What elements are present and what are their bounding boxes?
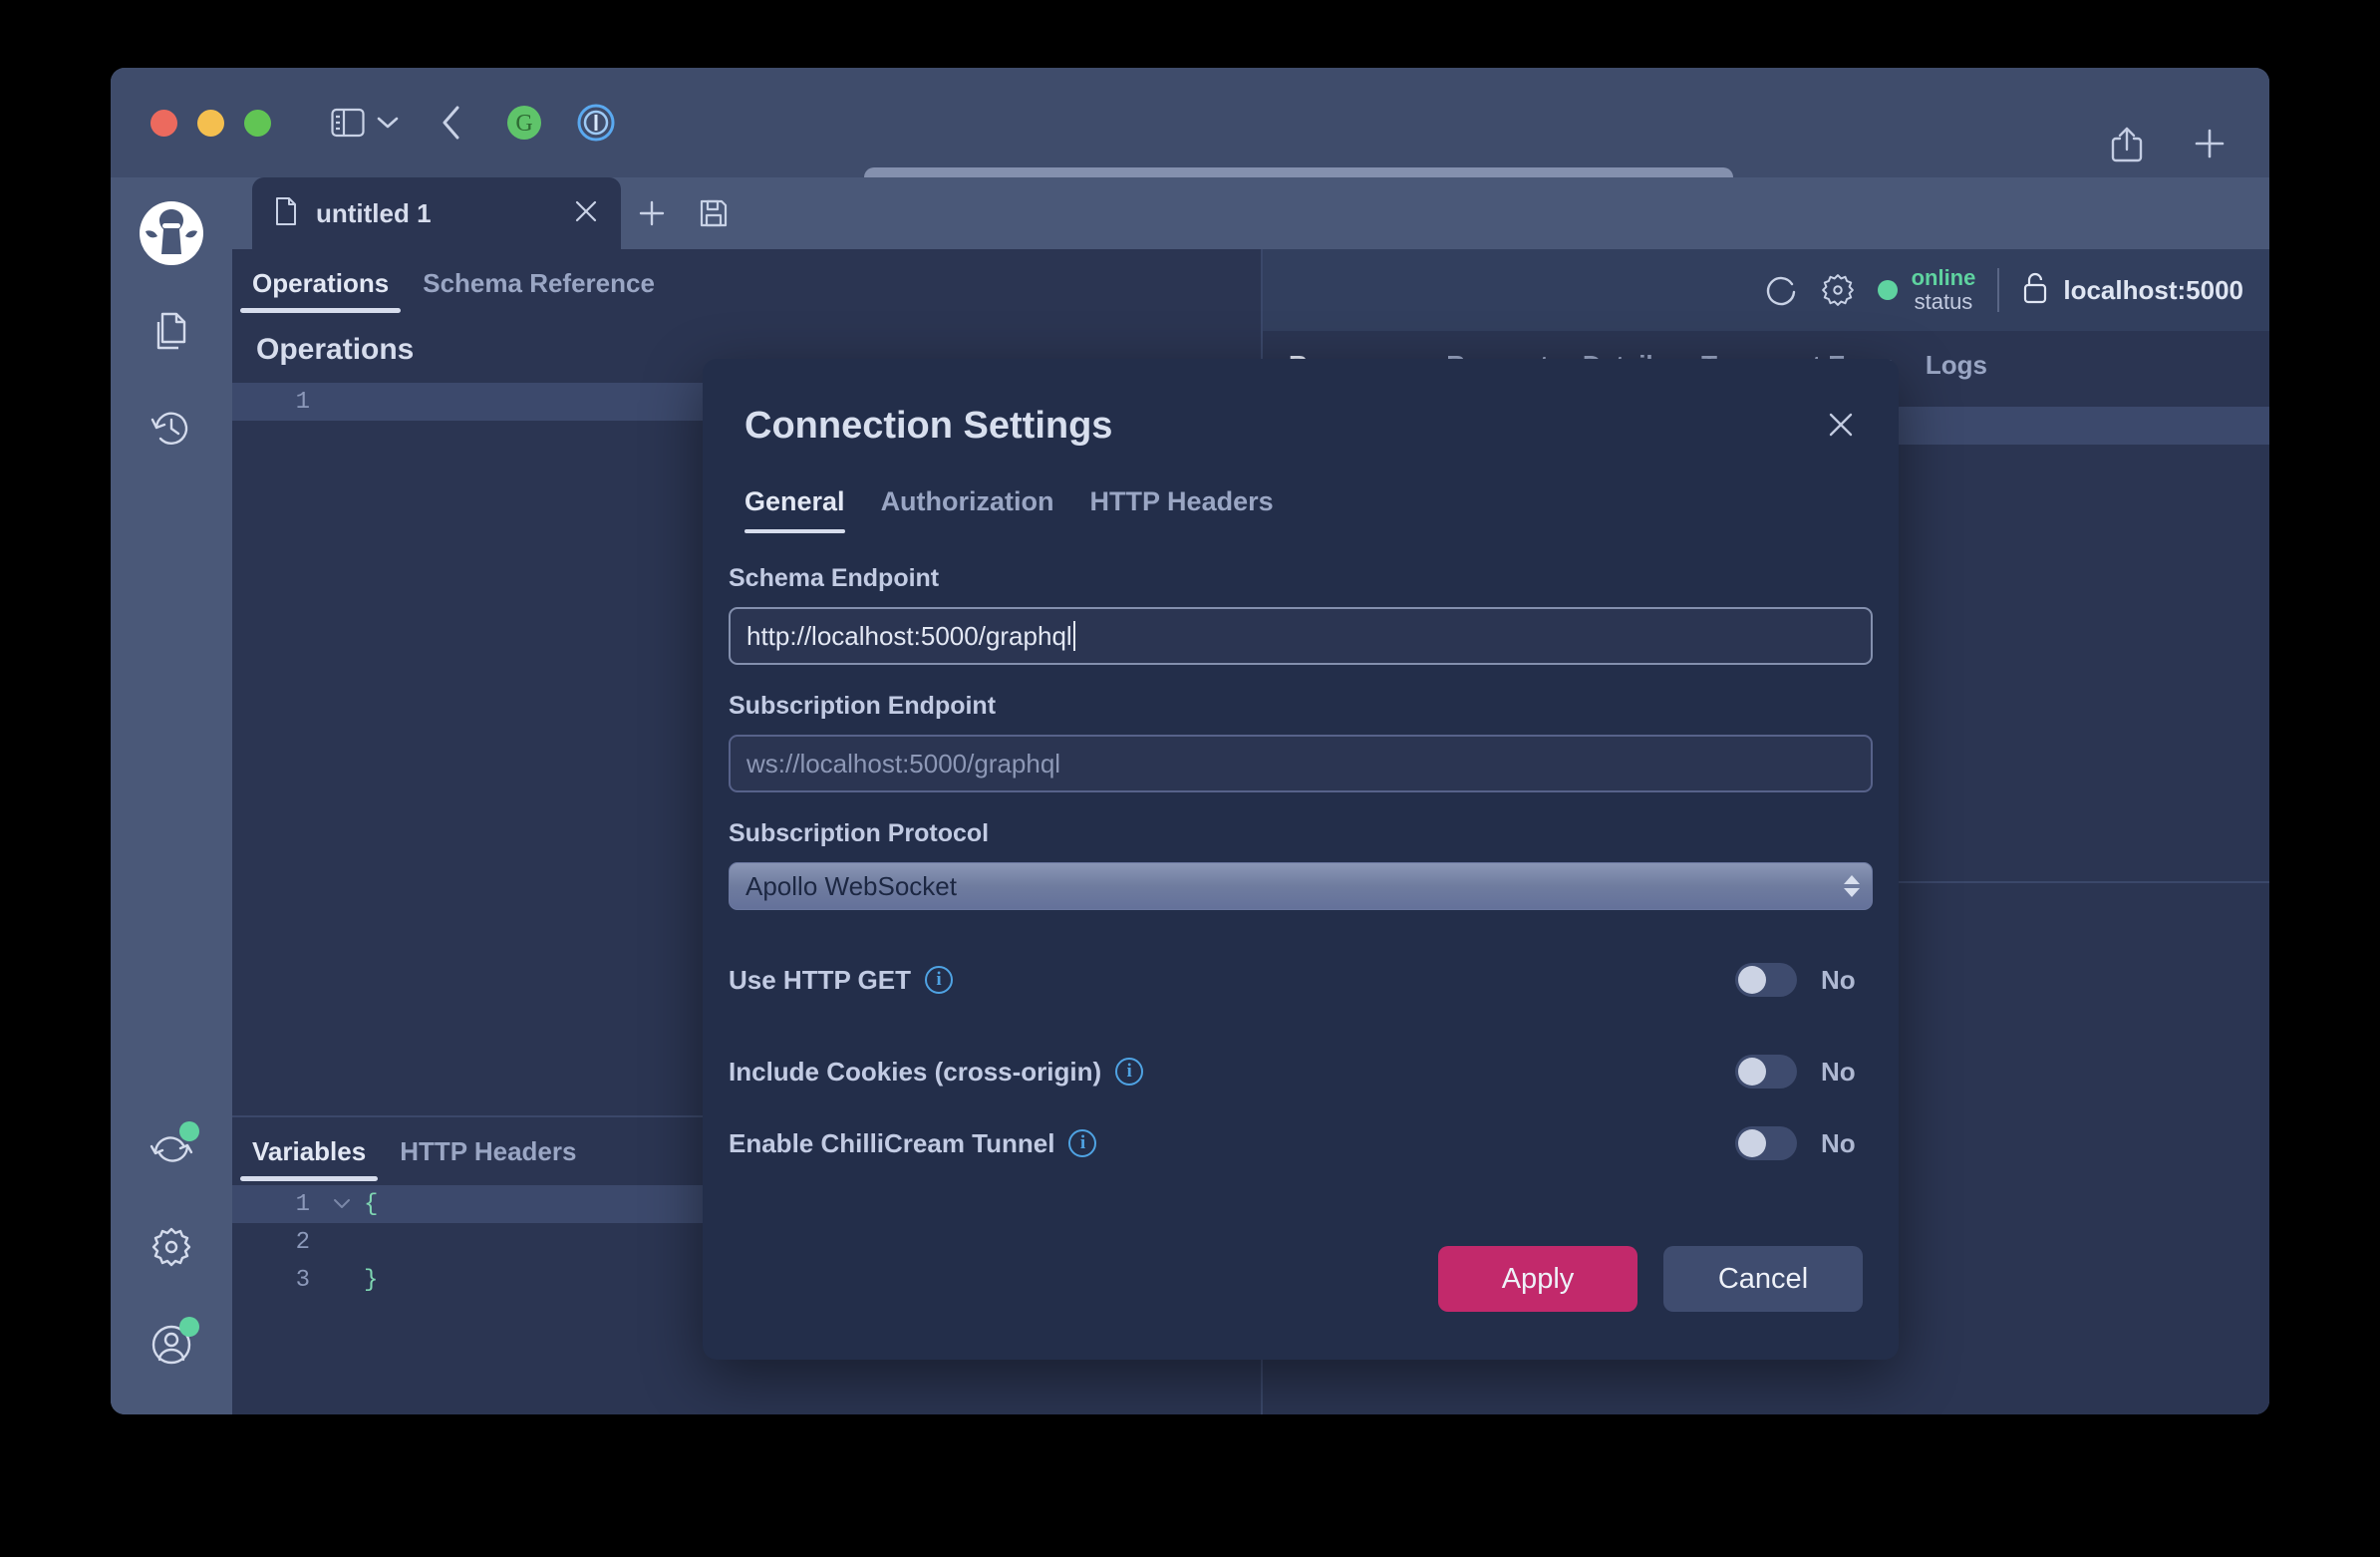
chillicream-tunnel-switch[interactable] <box>1735 1126 1797 1160</box>
dialog-actions: Apply Cancel <box>703 1246 1863 1312</box>
browser-window: G untitled 1 Operations Schema Reference… <box>111 68 2269 1414</box>
toggle-label: Use HTTP GET <box>729 964 912 995</box>
switch-knob <box>1738 966 1766 994</box>
tab-authorization[interactable]: Authorization <box>881 486 1054 533</box>
tab-general[interactable]: General <box>744 486 845 533</box>
subscription-endpoint-field: Subscription Endpoint ws://localhost:500… <box>729 692 1873 792</box>
toggle-control-group: No <box>1735 1126 1873 1160</box>
info-icon[interactable]: i <box>1068 1129 1097 1157</box>
switch-knob <box>1738 1129 1766 1157</box>
subscription-endpoint-input[interactable]: ws://localhost:5000/graphql <box>729 735 1873 792</box>
toggle-value: No <box>1821 1127 1856 1158</box>
info-icon[interactable]: i <box>925 966 954 994</box>
subscription-endpoint-placeholder: ws://localhost:5000/graphql <box>746 748 1061 778</box>
chevron-down-icon <box>1844 888 1860 897</box>
subscription-endpoint-label: Subscription Endpoint <box>729 692 997 720</box>
cancel-button[interactable]: Cancel <box>1663 1246 1863 1312</box>
subscription-protocol-label: Subscription Protocol <box>729 819 990 847</box>
schema-endpoint-input[interactable]: http://localhost:5000/graphql <box>729 607 1873 665</box>
subscription-protocol-field: Subscription Protocol Apollo WebSocket <box>729 819 1873 910</box>
use-http-get-switch[interactable] <box>1735 963 1797 997</box>
toggle-label: Include Cookies (cross-origin) <box>729 1056 1102 1087</box>
toggle-row-include-cookies: Include Cookies (cross-origin) i No <box>729 1047 1873 1096</box>
toggle-row-use-http-get: Use HTTP GET i No <box>729 955 1873 1005</box>
close-icon[interactable] <box>1819 403 1863 447</box>
connection-settings-dialog: Connection Settings General Authorizatio… <box>703 359 1899 1360</box>
dialog-tabs: General Authorization HTTP Headers <box>744 486 1274 533</box>
chevron-up-icon <box>1844 875 1860 884</box>
toggle-label: Enable ChilliCream Tunnel <box>729 1127 1055 1158</box>
schema-endpoint-field: Schema Endpoint http://localhost:5000/gr… <box>729 564 1873 665</box>
modal-overlay: Connection Settings General Authorizatio… <box>111 68 2269 1414</box>
toggle-control-group: No <box>1735 963 1873 997</box>
tab-http-headers[interactable]: HTTP Headers <box>1090 486 1274 533</box>
schema-endpoint-value: http://localhost:5000/graphql <box>746 620 1072 651</box>
dialog-title: Connection Settings <box>744 405 1113 447</box>
info-icon[interactable]: i <box>1115 1058 1144 1086</box>
subscription-protocol-value: Apollo WebSocket <box>745 870 957 901</box>
subscription-protocol-select[interactable]: Apollo WebSocket <box>729 862 1873 910</box>
toggle-control-group: No <box>1735 1055 1873 1089</box>
stepper-arrows-icon <box>1844 875 1860 897</box>
toggle-row-chillicream-tunnel: Enable ChilliCream Tunnel i No <box>729 1118 1873 1168</box>
include-cookies-switch[interactable] <box>1735 1055 1797 1089</box>
switch-knob <box>1738 1058 1766 1086</box>
text-caret <box>1072 621 1075 651</box>
toggle-value: No <box>1821 964 1856 995</box>
apply-button[interactable]: Apply <box>1438 1246 1637 1312</box>
schema-endpoint-label: Schema Endpoint <box>729 564 940 592</box>
toggle-value: No <box>1821 1056 1856 1087</box>
